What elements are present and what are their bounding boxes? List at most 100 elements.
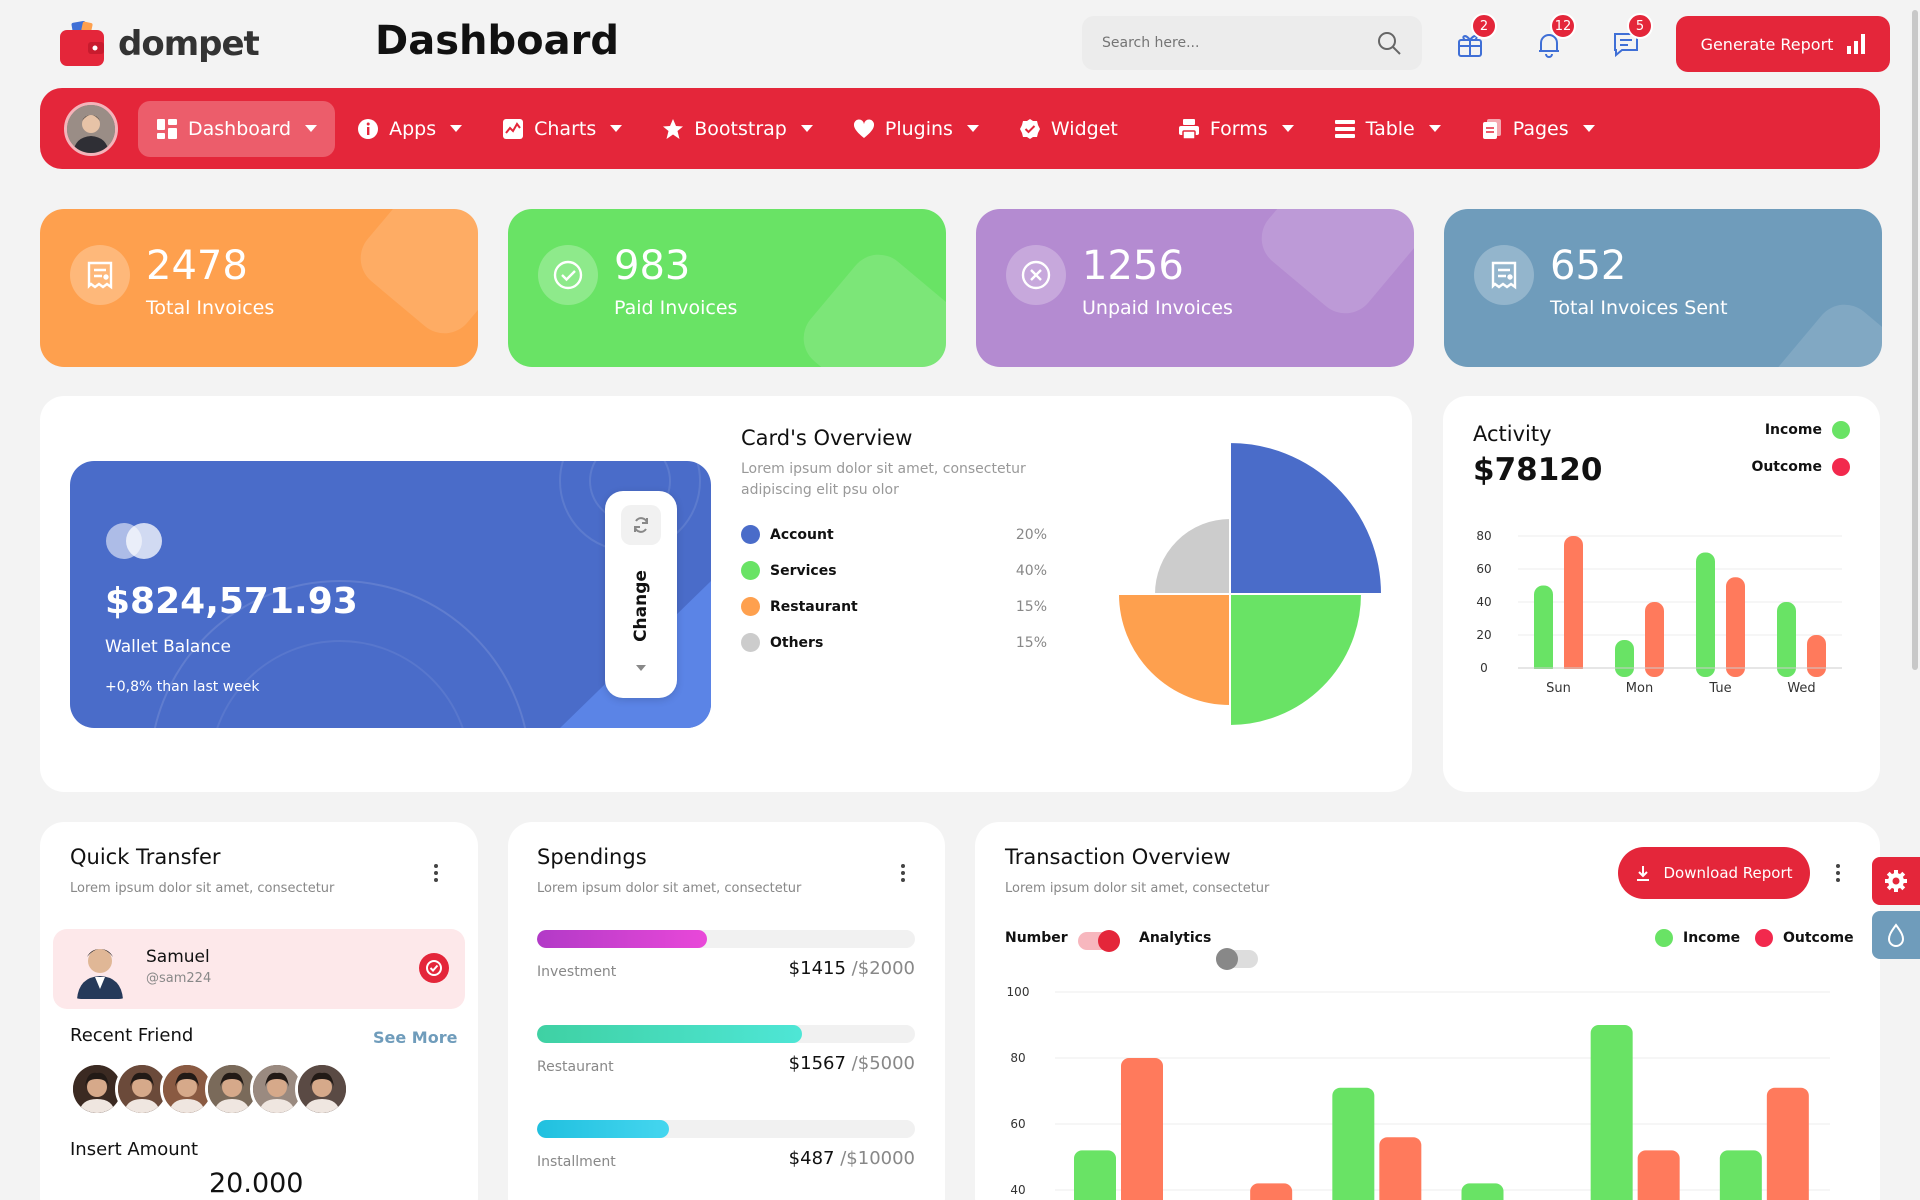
legend-name: Others <box>770 634 824 651</box>
bar-income-3 <box>1461 1183 1504 1200</box>
stat-label: Unpaid Invoices <box>1082 297 1233 319</box>
user-name: Samuel <box>146 947 210 967</box>
stat-card-unpaid-invoices[interactable]: 1256 Unpaid Invoices <box>976 209 1414 367</box>
nav-item-bootstrap[interactable]: Bootstrap <box>644 101 831 157</box>
legend-pct: 40% <box>1015 562 1047 579</box>
amount-input[interactable]: 20.000 <box>209 1168 303 1199</box>
analytics-toggle[interactable] <box>1216 948 1258 970</box>
stat-label: Total Invoices <box>146 297 275 319</box>
caret-down-icon <box>1582 125 1595 132</box>
bar-chart-icon <box>1847 34 1866 54</box>
spending-value: $1415 /$2000 <box>789 958 915 979</box>
quick-transfer-menu-icon[interactable] <box>429 864 443 882</box>
transaction-subtitle: Lorem ipsum dolor sit amet, consectetur <box>1005 881 1270 896</box>
number-toggle[interactable] <box>1078 930 1120 952</box>
stat-label: Paid Invoices <box>614 297 738 319</box>
nav-item-dashboard[interactable]: Dashboard <box>138 100 336 157</box>
bar-income-2 <box>1332 1087 1375 1200</box>
outcome-legend-label: Outcome <box>1751 459 1822 475</box>
main-nav: Dashboard Apps Charts Bootstrap Plugins Widge… <box>40 88 1880 169</box>
person-photo-icon <box>69 937 131 999</box>
transaction-menu-icon[interactable] <box>1831 864 1845 882</box>
search-input[interactable] <box>1102 35 1352 51</box>
nav-item-widget[interactable]: Widget <box>1001 101 1136 157</box>
search-icon[interactable] <box>1376 30 1402 56</box>
check-button[interactable] <box>419 953 449 983</box>
nav-item-table[interactable]: Table <box>1316 101 1459 157</box>
bar-income-5 <box>1719 1150 1762 1200</box>
legend-item-account: Account 20% <box>741 525 1047 544</box>
quick-transfer-subtitle: Lorem ipsum dolor sit amet, consectetur <box>70 881 335 896</box>
progress-track-restaurant <box>537 1025 915 1043</box>
download-report-button[interactable]: Download Report <box>1618 847 1810 899</box>
selected-user-card[interactable]: Samuel @sam224 <box>53 929 465 1009</box>
bar-outcome-1 <box>1250 1183 1293 1200</box>
legend-pct: 15% <box>1015 634 1047 651</box>
transaction-bar-chart: 40 60 80 100 <box>1007 985 1830 1200</box>
messages-button[interactable]: 5 <box>1601 13 1653 69</box>
person-photo-icon <box>163 1065 211 1113</box>
badge-check-icon <box>1019 118 1041 140</box>
nav-label-dashboard: Dashboard <box>188 117 292 140</box>
see-more-link[interactable]: See More <box>373 1028 457 1047</box>
spending-value-row: $1567 /$5000 <box>537 1053 915 1077</box>
gift-button[interactable]: 2 <box>1445 13 1497 69</box>
person-photo-icon <box>118 1065 166 1113</box>
settings-side-button[interactable] <box>1872 857 1920 905</box>
nav-label-plugins: Plugins <box>884 117 953 140</box>
spending-value-row: $487 /$10000 <box>537 1148 915 1172</box>
bar-outcome-3 <box>1807 635 1826 677</box>
cards-overview-title: Card's Overview <box>741 426 913 450</box>
nav-item-pages[interactable]: Pages <box>1463 101 1613 157</box>
cards-overview-subtitle: Lorem ipsum dolor sit amet, consectetur … <box>741 461 1026 498</box>
transaction-title: Transaction Overview <box>1005 845 1231 869</box>
bar-outcome-5 <box>1766 1087 1809 1200</box>
stat-value: 1256 <box>1082 243 1184 289</box>
printer-icon <box>1178 118 1200 140</box>
legend-name: Services <box>770 562 837 579</box>
legend-name: Account <box>770 526 834 543</box>
change-card-button[interactable]: Change <box>605 491 677 698</box>
stat-label: Total Invoices Sent <box>1550 297 1728 319</box>
spending-limit: /$10000 <box>840 1148 915 1169</box>
brand-logo[interactable]: dompet <box>58 20 260 68</box>
card-decoration <box>791 242 946 367</box>
page-scrollbar[interactable] <box>1912 10 1918 670</box>
spending-amount: $1567 <box>788 1053 846 1074</box>
nav-item-plugins[interactable]: Plugins <box>835 101 997 157</box>
refresh-button[interactable] <box>621 505 661 545</box>
nav-item-forms[interactable]: Forms <box>1160 101 1312 157</box>
legend-pct: 15% <box>1015 598 1047 615</box>
spendings-menu-icon[interactable] <box>896 864 910 882</box>
tx-income-legend-label: Income <box>1683 930 1741 946</box>
theme-side-button[interactable] <box>1872 911 1920 959</box>
analytics-label: Analytics <box>1139 930 1212 946</box>
stat-value: 2478 <box>146 243 248 289</box>
generate-report-button[interactable]: Generate Report <box>1676 16 1890 72</box>
legend-name: Restaurant <box>770 598 858 615</box>
bar-income-4 <box>1590 1025 1633 1200</box>
nav-item-charts[interactable]: Charts <box>484 101 640 157</box>
spending-value: $487 /$10000 <box>789 1148 915 1169</box>
stat-card-paid-invoices[interactable]: 983 Paid Invoices <box>508 209 946 367</box>
stat-value: 652 <box>1550 243 1627 289</box>
friend-avatar[interactable] <box>295 1062 349 1116</box>
x-tick-label: Sun <box>1546 681 1571 696</box>
progress-track-investment <box>537 930 915 948</box>
user-avatar[interactable] <box>64 101 118 156</box>
stat-value: 983 <box>614 243 691 289</box>
person-photo-icon <box>208 1065 256 1113</box>
change-label: Change <box>631 570 651 642</box>
notification-button[interactable]: 12 <box>1524 13 1576 69</box>
stat-card-total-invoices-sent[interactable]: 652 Total Invoices Sent <box>1444 209 1882 367</box>
info-icon <box>357 118 379 140</box>
wallet-change: +0,8% than last week <box>105 679 260 695</box>
wallet-card: $824,571.93 Wallet Balance +0,8% than la… <box>70 461 711 728</box>
stat-card-total-invoices[interactable]: 2478 Total Invoices <box>40 209 478 367</box>
nav-item-apps[interactable]: Apps <box>339 101 480 157</box>
wallet-amount: $824,571.93 <box>105 581 358 622</box>
legend-dot <box>741 561 760 580</box>
page-title: Dashboard <box>375 18 619 64</box>
download-icon <box>1637 866 1650 881</box>
y-tick-label: 60 <box>1010 1117 1025 1131</box>
